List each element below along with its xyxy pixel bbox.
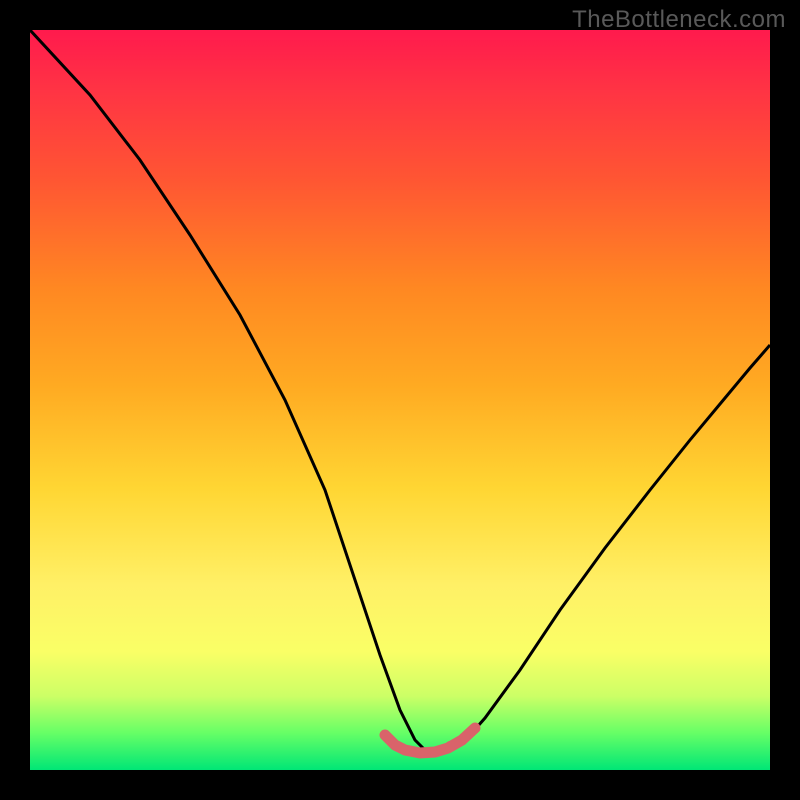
main-curve bbox=[30, 30, 770, 750]
watermark-text: TheBottleneck.com bbox=[572, 6, 786, 34]
chart-frame: TheBottleneck.com bbox=[0, 0, 800, 800]
plot-area bbox=[30, 30, 770, 770]
curve-layer bbox=[30, 30, 770, 770]
